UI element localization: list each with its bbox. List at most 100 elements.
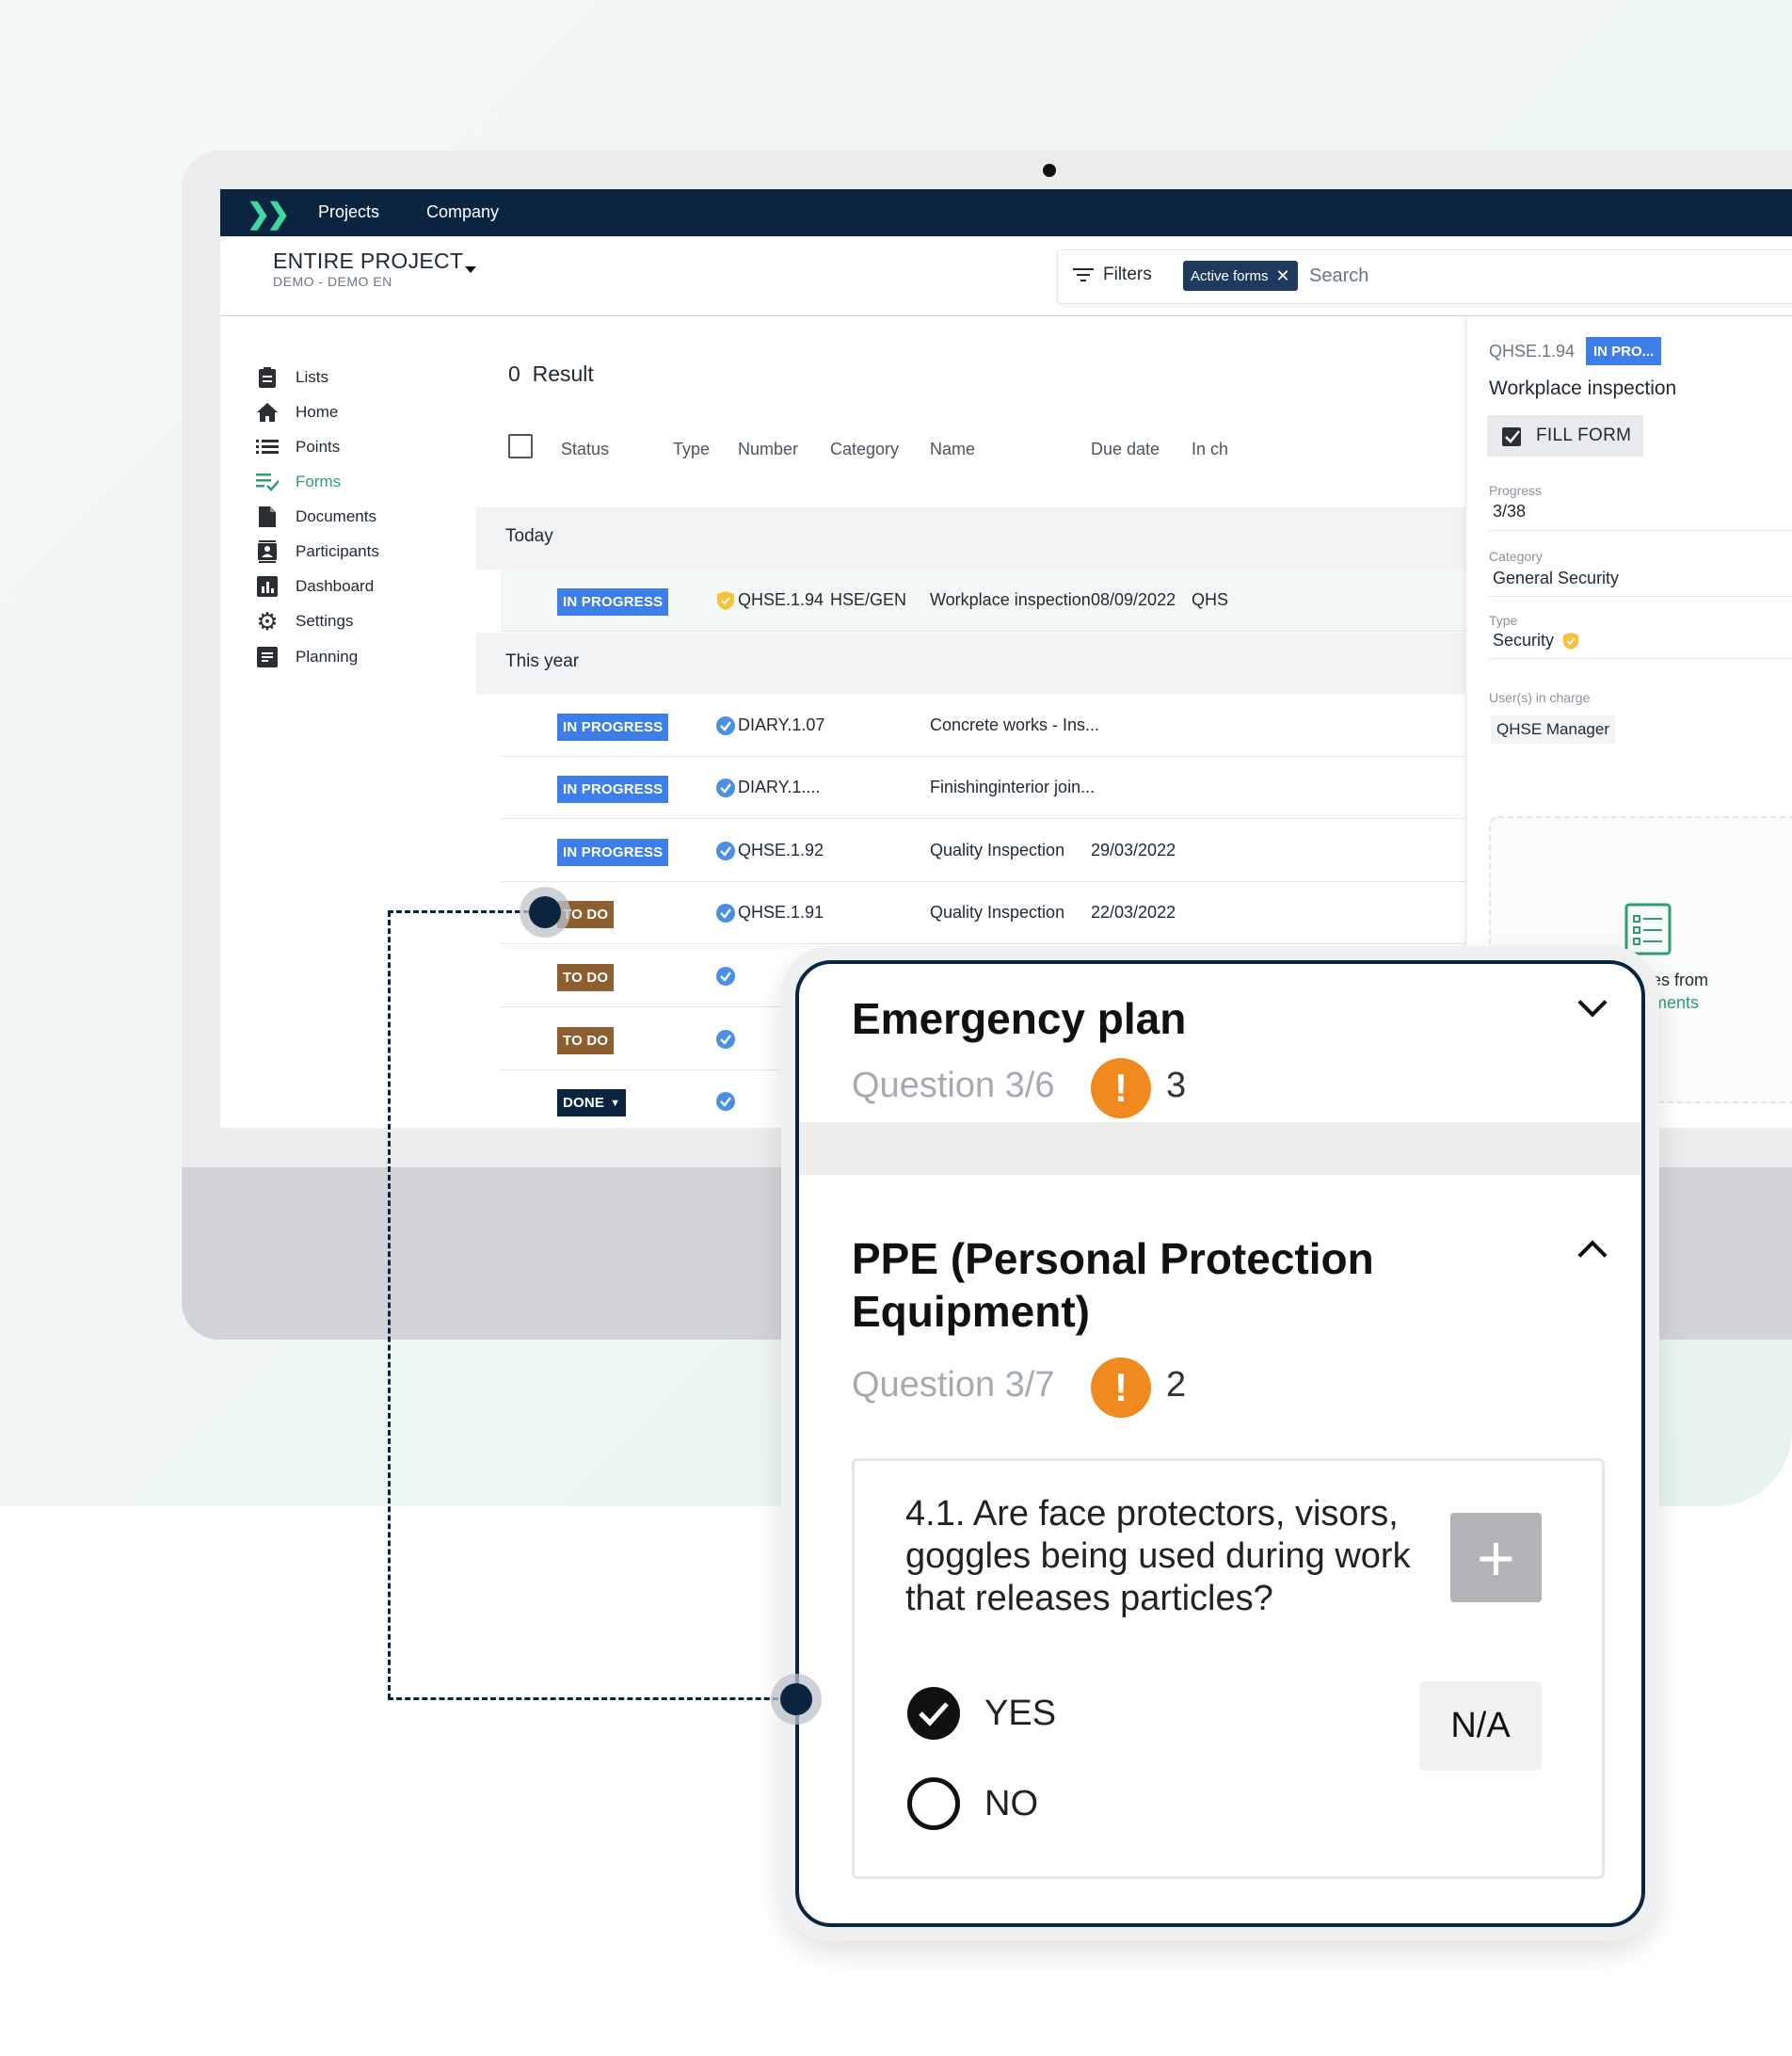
progress-value: 3/38: [1493, 502, 1527, 521]
row-number: QHSE.1.92: [738, 841, 824, 859]
add-attachment-button[interactable]: +: [1450, 1513, 1542, 1602]
type-value: Security: [1493, 631, 1580, 651]
sidebar-item-settings[interactable]: ⚙ Settings: [256, 606, 353, 635]
sidebar-item-label: Home: [296, 403, 339, 421]
status-badge: IN PROGRESS: [557, 588, 669, 616]
sidebar-item-lists[interactable]: Lists: [256, 366, 328, 389]
row-name: Quality Inspection: [930, 903, 1065, 922]
row-due-date: 08/09/2022: [1091, 590, 1176, 609]
sidebar: Lists Home Points Forms Documents Partic…: [220, 317, 476, 1128]
connector-line: [388, 1697, 795, 1700]
warning-icon: !: [1091, 1357, 1151, 1418]
chevron-down-icon[interactable]: [1577, 988, 1608, 1018]
row-due-date: 29/03/2022: [1091, 841, 1176, 859]
sidebar-item-home[interactable]: Home: [256, 401, 338, 424]
result-number: 0: [508, 361, 520, 386]
status-badge: IN PROGRESS: [557, 776, 669, 803]
user-tag[interactable]: QHSE Manager: [1491, 715, 1615, 744]
section-title[interactable]: PPE (Personal Protection Equipment): [852, 1232, 1374, 1338]
filters-button[interactable]: Filters: [1073, 265, 1152, 285]
row-name: Workplace inspection: [930, 590, 1091, 609]
filters-label: Filters: [1103, 265, 1152, 284]
chevron-up-icon[interactable]: [1577, 1240, 1608, 1270]
column-due-date[interactable]: Due date: [1091, 440, 1160, 459]
row-category: HSE/GEN: [830, 590, 907, 609]
forms-check-icon: [256, 471, 279, 493]
group-label: This year: [505, 651, 580, 671]
section-title[interactable]: Emergency plan: [852, 992, 1186, 1045]
column-status[interactable]: Status: [561, 440, 609, 459]
nav-company[interactable]: Company: [426, 202, 499, 222]
shield-icon: [717, 591, 734, 610]
row-in-charge: QHS: [1192, 590, 1229, 609]
select-all-checkbox[interactable]: [508, 434, 533, 458]
row-name: Concrete works - Ins...: [930, 715, 1100, 734]
detail-title: Workplace inspection: [1489, 377, 1677, 399]
sidebar-item-label: Dashboard: [296, 577, 375, 595]
column-type[interactable]: Type: [673, 440, 710, 459]
option-label: NO: [984, 1783, 1038, 1823]
radio-checked-icon[interactable]: [907, 1687, 960, 1740]
app-logo-icon[interactable]: ❯❯: [247, 198, 290, 231]
table-header: Status Type Number Category Name Due dat…: [476, 434, 1466, 468]
checkbox-check-icon: [1502, 427, 1521, 446]
question-box: 4.1. Are face protectors, visors, goggle…: [852, 1458, 1605, 1879]
row-number: QHSE.1.91: [738, 903, 824, 922]
contacts-icon: [256, 540, 279, 563]
sidebar-item-label: Planning: [296, 648, 359, 666]
fill-form-label: FILL FORM: [1536, 426, 1632, 445]
search-bar: Filters Active forms ✕ Search: [1057, 249, 1792, 304]
status-badge: IN PROGRESS: [557, 714, 669, 741]
chip-label: Active forms: [1191, 267, 1269, 284]
fill-form-button[interactable]: FILL FORM: [1487, 415, 1643, 457]
file-list-icon: [1624, 903, 1672, 956]
na-button[interactable]: N/A: [1419, 1681, 1542, 1771]
column-name[interactable]: Name: [930, 440, 975, 459]
sidebar-item-documents[interactable]: Documents: [256, 506, 376, 528]
table-row[interactable]: IN PROGRESS QHSE.1.92 Quality Inspection…: [501, 820, 1466, 882]
warning-icon: !: [1091, 1058, 1151, 1118]
gear-icon: ⚙: [256, 606, 279, 635]
status-label: DONE: [563, 1095, 605, 1111]
group-header-this-year: This year: [476, 633, 1466, 695]
active-forms-chip[interactable]: Active forms ✕: [1183, 261, 1298, 291]
close-icon[interactable]: ✕: [1276, 266, 1290, 286]
table-row[interactable]: IN PROGRESS DIARY.1.... Finishinginterio…: [501, 757, 1466, 819]
progress-label: Progress: [1489, 483, 1543, 498]
search-input[interactable]: Search: [1309, 265, 1368, 287]
table-row[interactable]: IN PROGRESS DIARY.1.07 Concrete works - …: [501, 695, 1466, 757]
option-yes[interactable]: YES: [907, 1687, 1056, 1740]
list-icon: [256, 436, 279, 458]
filter-icon: [1073, 267, 1094, 282]
project-title[interactable]: ENTIRE PROJECT: [273, 249, 463, 274]
table-row[interactable]: TO DO QHSE.1.91 Quality Inspection 22/03…: [501, 882, 1466, 944]
status-badge[interactable]: DONE ▼: [557, 1089, 627, 1116]
radio-unchecked-icon[interactable]: [907, 1777, 960, 1830]
option-no[interactable]: NO: [907, 1777, 1038, 1830]
status-badge: TO DO: [557, 1027, 615, 1054]
column-number[interactable]: Number: [738, 440, 798, 459]
sidebar-item-label: Documents: [296, 507, 376, 525]
sidebar-item-dashboard[interactable]: Dashboard: [256, 575, 374, 598]
nav-projects[interactable]: Projects: [318, 202, 379, 222]
question-counter: Question 3/7: [852, 1365, 1055, 1405]
sidebar-item-forms[interactable]: Forms: [256, 471, 341, 493]
row-due-date: 22/03/2022: [1091, 903, 1176, 922]
column-in-charge[interactable]: In ch: [1192, 440, 1228, 459]
question-counter: Question 3/6: [852, 1066, 1055, 1105]
row-number: QHSE.1.94: [738, 590, 824, 609]
sidebar-item-points[interactable]: Points: [256, 436, 340, 458]
row-name: Quality Inspection: [930, 841, 1065, 859]
divider: [1489, 530, 1792, 531]
detail-status-badge: IN PRO...: [1586, 337, 1662, 365]
sidebar-item-planning[interactable]: Planning: [256, 646, 358, 668]
project-dropdown-icon[interactable]: [465, 266, 476, 273]
shield-icon: [1562, 632, 1579, 650]
column-category[interactable]: Category: [830, 440, 899, 459]
category-value: General Security: [1493, 569, 1620, 587]
sidebar-item-participants[interactable]: Participants: [256, 540, 379, 563]
top-navigation-bar: ❯❯ Projects Company: [220, 189, 1792, 236]
table-row[interactable]: IN PROGRESS QHSE.1.94 HSE/GEN Workplace …: [501, 570, 1466, 632]
verified-icon: [716, 716, 735, 735]
sidebar-item-label: Forms: [296, 473, 342, 490]
